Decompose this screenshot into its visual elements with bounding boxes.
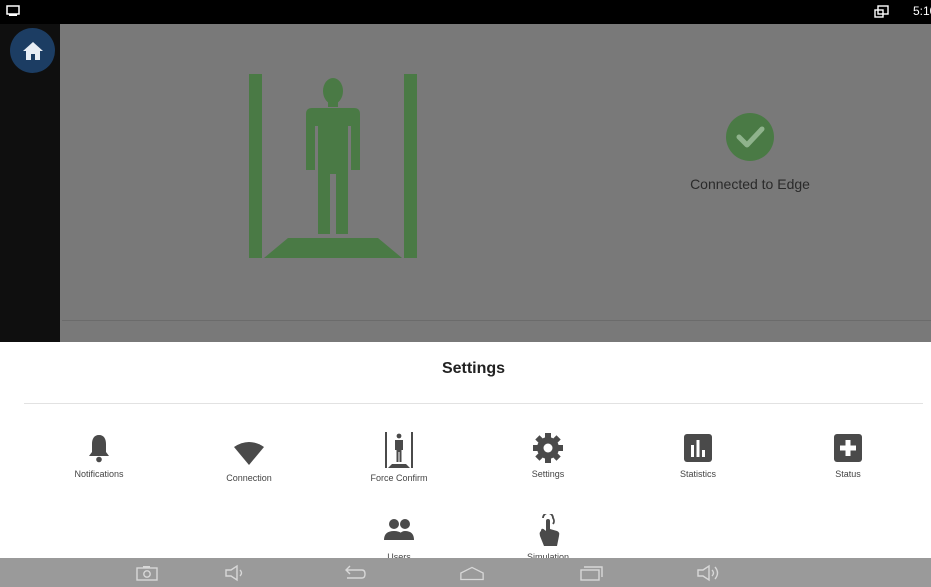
cast-icon: [874, 5, 889, 18]
plus-square-icon: [834, 434, 862, 462]
settings-item-label: Connection: [226, 473, 272, 483]
connection-status-text: Connected to Edge: [690, 176, 810, 192]
back-button[interactable]: [342, 562, 368, 584]
recents-button[interactable]: [578, 562, 604, 584]
recents-icon: [580, 566, 603, 581]
check-circle-icon: [726, 113, 774, 161]
settings-item-label: Statistics: [679, 469, 716, 479]
home-icon: [22, 41, 43, 60]
home-button[interactable]: [10, 28, 55, 73]
settings-item-label: Notifications: [74, 469, 124, 479]
camera-icon: [136, 566, 158, 581]
touch-icon: [539, 514, 560, 546]
body-scanner-graphic: [249, 74, 417, 258]
settings-item-force-confirm[interactable]: Force Confirm: [339, 431, 459, 483]
settings-item-settings[interactable]: Settings: [488, 431, 608, 479]
status-bar: 5:10: [0, 0, 931, 24]
settings-item-notifications[interactable]: Notifications: [39, 431, 159, 479]
settings-item-label: Force Confirm: [370, 473, 428, 483]
volume-down-button[interactable]: [222, 562, 248, 584]
settings-item-users[interactable]: Users: [339, 514, 459, 562]
home-nav-button[interactable]: [459, 562, 485, 584]
back-icon: [345, 565, 366, 579]
connection-status: Connected to Edge: [680, 112, 820, 192]
home-nav-icon: [460, 566, 484, 581]
main-divider: [62, 320, 931, 321]
status-time: 5:10: [913, 4, 931, 18]
settings-item-simulation[interactable]: Simulation: [488, 514, 608, 562]
settings-sheet: Settings Notifications Connection Force …: [0, 342, 931, 562]
users-icon: [384, 519, 414, 540]
camera-button[interactable]: [134, 562, 160, 584]
volume-down-icon: [225, 564, 243, 582]
volume-up-button[interactable]: [696, 562, 722, 584]
navigation-bar: [0, 558, 931, 587]
settings-item-label: Settings: [531, 469, 565, 479]
volume-up-icon: [697, 564, 719, 582]
settings-item-label: Status: [835, 469, 861, 479]
bar-chart-icon: [684, 434, 712, 462]
settings-item-status[interactable]: Status: [788, 431, 908, 479]
sheet-title: Settings: [441, 360, 506, 377]
gear-icon: [533, 433, 563, 463]
body-scanner-icon: [385, 432, 413, 468]
settings-item-statistics[interactable]: Statistics: [638, 431, 758, 479]
sheet-divider: [24, 403, 923, 404]
settings-item-connection[interactable]: Connection: [189, 435, 309, 483]
screenshot-notification-icon: [6, 5, 20, 16]
wifi-icon: [234, 442, 264, 465]
bell-icon: [89, 435, 109, 463]
